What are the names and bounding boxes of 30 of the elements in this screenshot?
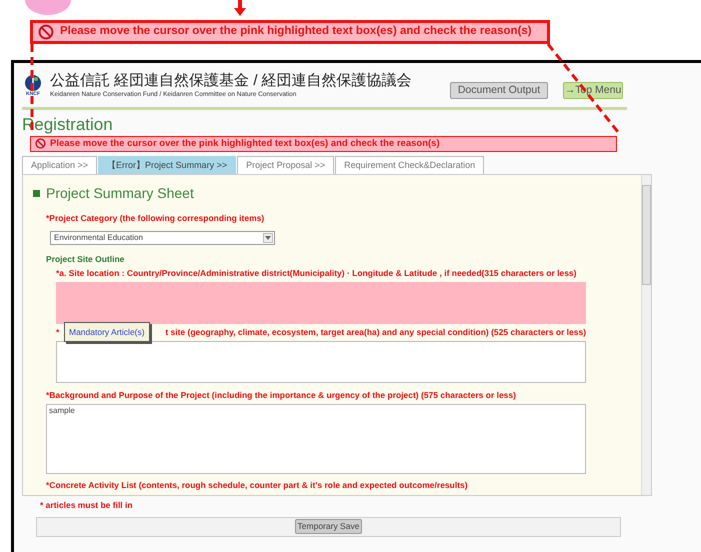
temporary-save-button[interactable]: Temporary Save <box>294 519 362 534</box>
tab[interactable]: Requirement Check&Declaration <box>335 156 484 174</box>
text-area[interactable] <box>56 340 586 383</box>
page-title: Registration <box>22 114 114 136</box>
text-area[interactable]: sample <box>46 404 586 474</box>
organization-title: 公益信託 経団連自然保護基金 / 経団連自然保護協議会 <box>50 72 412 90</box>
circle-drawing <box>25 0 71 15</box>
text-area[interactable] <box>56 282 586 324</box>
sheet-title: Project Summary Sheet <box>46 184 194 203</box>
pointer-arrow <box>233 0 247 16</box>
header-button[interactable]: Document Output <box>450 82 548 99</box>
field-label: *Project Category (the following corresponding items) <box>46 212 266 224</box>
prohibited-icon <box>38 24 54 40</box>
section-label: Project Site Outline <box>46 252 126 266</box>
tooltip: Mandatory Article(s) <box>64 322 150 342</box>
field-label: *a. Site location : Country/Province/Administrative district(Municipality) · Longitude & Latitude , if needed(315 characters or less) <box>56 267 576 280</box>
required-note: * articles must be fill in <box>40 498 134 512</box>
dropdown-caret-icon <box>263 232 273 242</box>
tab[interactable]: 【Error】Project Summary >> <box>98 156 236 174</box>
tab[interactable]: Application >> <box>22 156 98 174</box>
field-label: *Concrete Activity List (contents, rough schedule, counter part & it's role and expected outcome/results) <box>46 478 469 492</box>
category-select[interactable]: Environmental Education <box>50 230 275 244</box>
field-label: *Background and Purpose of the Project (including the importance & urgency of the project) (575 characters or less) <box>46 388 516 402</box>
callout-text: Please move the cursor over the pink highlighted text box(es) and check the reason(s) <box>60 24 532 40</box>
tab[interactable]: Project Proposal >> <box>237 156 334 174</box>
required-mark: * <box>56 326 60 339</box>
error-text: Please move the cursor over the pink highlighted text box(es) and check the reason(s) <box>50 136 440 151</box>
field-label: t site (geography, climate, ecosystem, target area(ha) and any special condition) (525 characters or less) <box>165 326 586 339</box>
section-bullet-icon <box>33 190 40 197</box>
prohibited-icon <box>35 138 46 150</box>
